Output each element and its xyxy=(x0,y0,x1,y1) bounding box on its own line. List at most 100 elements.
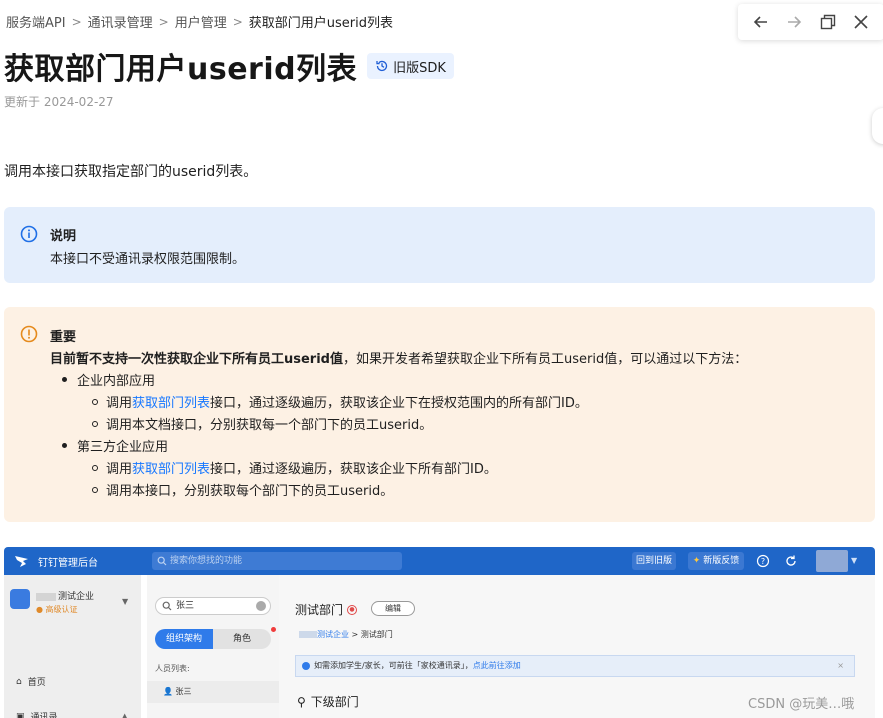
note-heading: 说明 xyxy=(50,229,77,244)
group-label-third-party: 第三方企业应用 xyxy=(77,440,169,455)
org-cert-label: 高级认证 xyxy=(45,605,78,614)
chevron-down-icon[interactable]: ▼ xyxy=(122,597,128,606)
avatar[interactable] xyxy=(816,550,848,572)
back-to-old-button[interactable]: 回到旧版 xyxy=(632,552,676,570)
important-lead-bold: 目前暂不支持一次性获取企业下所有员工userid值 xyxy=(50,352,343,367)
breadcrumb: 服务端API > 通讯录管理 > 用户管理 > 获取部门用户userid列表 xyxy=(6,12,394,32)
sub-dept-label: 下级部门 xyxy=(310,695,359,709)
admin-search-input[interactable]: 搜索你想找的功能 xyxy=(152,552,402,570)
important-callout: 重要 目前暂不支持一次性获取企业下所有员工userid值，如果开发者希望获取企业… xyxy=(4,307,875,522)
item-text: 接口，通过逐级遍历，获取该企业下在授权范围内的所有部门ID。 xyxy=(210,396,588,411)
window-nav-controls xyxy=(738,4,883,40)
org-name: 测试企业 xyxy=(58,592,95,602)
bullet-circle-icon xyxy=(92,420,98,427)
bullet-circle-icon xyxy=(92,398,98,405)
close-icon[interactable] xyxy=(850,11,872,33)
updated-date: 更新于 2024-02-27 xyxy=(4,95,114,109)
member-row[interactable]: 👤 张三 xyxy=(147,681,279,703)
page-title: 获取部门用户userid列表 xyxy=(4,52,358,87)
forward-arrow-icon[interactable] xyxy=(783,11,805,33)
member-search-input[interactable]: 张三 xyxy=(155,597,271,615)
admin-sidebar: 测试企业 ● 高级认证 ▼ ⌂ 首页 ▣ 通讯录 ▲ xyxy=(4,575,141,718)
note-body: 本接口不受通讯录权限范围限制。 xyxy=(50,252,246,267)
menu-home-label: 首页 xyxy=(27,678,46,688)
menu-contacts-label: 通讯录 xyxy=(30,713,58,718)
breadcrumb-item-server-api[interactable]: 服务端API xyxy=(6,12,66,31)
org-icon xyxy=(10,589,30,609)
important-lead: 目前暂不支持一次性获取企业下所有员工userid值，如果开发者希望获取企业下所有… xyxy=(50,348,747,367)
get-dept-list-link[interactable]: 获取部门列表 xyxy=(132,458,210,477)
dept-badge-icon: ● xyxy=(347,604,358,615)
admin-console-screenshot: 钉钉管理后台 搜索你想找的功能 回到旧版 ✦ 新版反馈 ? ▼ 测试企业 ● 高… xyxy=(4,547,875,718)
blurred-text xyxy=(36,592,56,601)
breadcrumb-item-current: 获取部门用户userid列表 xyxy=(248,16,394,31)
info-icon xyxy=(20,225,38,243)
chevron-up-icon[interactable]: ▲ xyxy=(122,712,127,718)
bullet-circle-icon xyxy=(92,486,98,493)
watermark: CSDN @玩美…哦 xyxy=(748,697,855,712)
bullet-circle-icon xyxy=(92,464,98,471)
svg-text:?: ? xyxy=(761,557,765,566)
tab-org-structure[interactable]: 组织架构 xyxy=(155,629,213,649)
legacy-sdk-button[interactable]: 旧版SDK xyxy=(367,53,454,79)
search-icon xyxy=(162,601,172,611)
side-panel-handle[interactable] xyxy=(872,108,883,144)
home-icon: ⌂ xyxy=(16,676,22,687)
info-banner-text: 如需添加学生/家长，可前往「家校通讯录」， xyxy=(314,661,473,670)
dept-title: 测试部门 ● xyxy=(295,601,358,618)
dingtalk-logo-icon xyxy=(15,556,28,567)
add-link[interactable]: 点此前往添加 xyxy=(473,661,521,670)
notification-dot xyxy=(271,627,276,632)
warning-icon xyxy=(20,325,38,343)
new-feedback-label: 新版反馈 xyxy=(703,556,740,566)
bullet-icon xyxy=(62,377,67,382)
help-icon[interactable]: ? xyxy=(756,554,770,568)
item-text: 调用本接口，分别获取每个部门下的员工userid。 xyxy=(106,484,394,499)
search-icon xyxy=(157,556,167,566)
chevron-right-icon: > xyxy=(71,14,82,29)
menu-item-home[interactable]: ⌂ 首页 xyxy=(16,675,46,689)
admin-search-placeholder: 搜索你想找的功能 xyxy=(170,556,243,566)
item-text: 调用 xyxy=(106,396,133,411)
list-item: 调用 获取部门列表 接口，通过逐级遍历，获取该企业下在授权范围内的所有部门ID。 xyxy=(92,392,588,411)
clear-icon[interactable] xyxy=(256,601,266,611)
chevron-down-icon[interactable]: ▼ xyxy=(851,556,857,565)
menu-item-contacts[interactable]: ▣ 通讯录 xyxy=(16,710,58,718)
bullet-icon xyxy=(62,443,67,448)
note-callout: 说明 本接口不受通讯录权限范围限制。 xyxy=(4,207,875,283)
crumb-company-link[interactable]: 测试企业 xyxy=(317,630,349,639)
new-feedback-button[interactable]: ✦ 新版反馈 xyxy=(688,552,744,570)
legacy-sdk-label: 旧版SDK xyxy=(393,60,446,76)
user-icon: 👤 xyxy=(163,687,173,696)
history-icon xyxy=(376,60,388,72)
member-search-value: 张三 xyxy=(176,601,195,611)
org-switcher[interactable]: 测试企业 ● 高级认证 xyxy=(10,589,94,615)
tab-roles[interactable]: 角色 xyxy=(213,629,271,649)
star-icon: ✦ xyxy=(692,556,701,566)
breadcrumb-item-users[interactable]: 用户管理 xyxy=(175,12,227,31)
group-label-internal: 企业内部应用 xyxy=(77,374,156,389)
title-row: 获取部门用户userid列表 旧版SDK xyxy=(4,44,454,88)
item-text: 接口，通过逐级遍历，获取该企业下所有部门ID。 xyxy=(210,462,497,477)
org-tree-panel: 张三 组织架构 角色 人员列表: 👤 张三 xyxy=(147,575,279,718)
get-dept-list-link[interactable]: 获取部门列表 xyxy=(132,392,210,411)
refresh-icon[interactable] xyxy=(784,554,798,568)
restore-window-icon[interactable] xyxy=(817,11,839,33)
contacts-icon: ▣ xyxy=(16,711,25,718)
chevron-right-icon: > xyxy=(158,14,169,29)
back-arrow-icon[interactable] xyxy=(750,11,772,33)
close-icon[interactable]: × xyxy=(837,656,844,676)
list-item: 第三方企业应用 xyxy=(62,436,168,455)
item-text: 调用 xyxy=(106,462,133,477)
important-lead-rest: ，如果开发者希望获取企业下所有员工userid值，可以通过以下方法： xyxy=(342,352,748,367)
dept-breadcrumb: 测试企业 > 测试部门 xyxy=(299,629,393,640)
dept-title-text: 测试部门 xyxy=(295,603,344,617)
blurred-text xyxy=(299,631,317,638)
members-list-label: 人员列表: xyxy=(155,664,190,673)
breadcrumb-item-contacts[interactable]: 通讯录管理 xyxy=(88,12,153,31)
chevron-right-icon: > xyxy=(232,14,243,29)
item-text: 调用本文档接口，分别获取每一个部门下的员工userid。 xyxy=(106,418,433,433)
crumb-dept: 测试部门 xyxy=(360,630,393,639)
edit-button[interactable]: 编辑 xyxy=(371,601,415,616)
list-item: 调用 获取部门列表 接口，通过逐级遍历，获取该企业下所有部门ID。 xyxy=(92,458,497,477)
